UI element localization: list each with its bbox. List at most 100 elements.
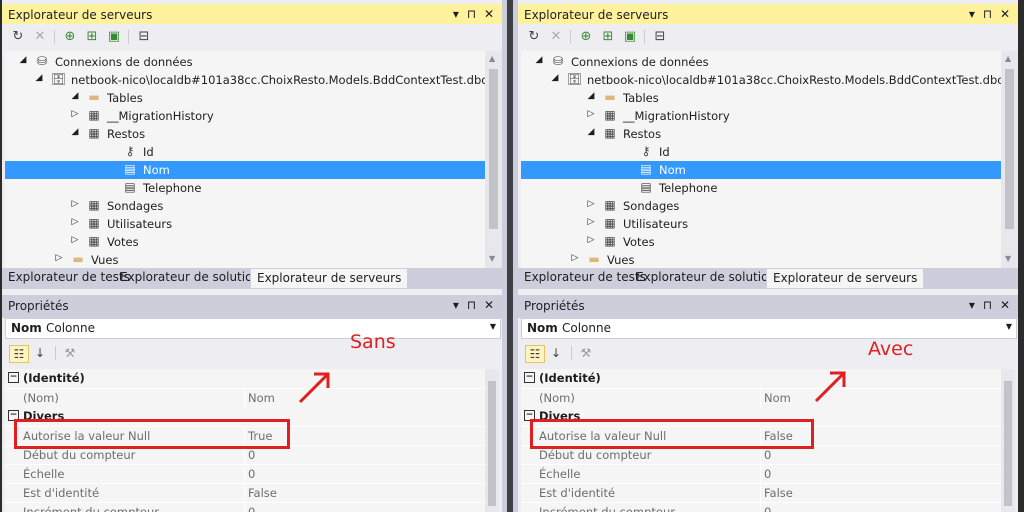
property-value[interactable]: 0 xyxy=(248,448,255,462)
property-row[interactable]: Incrément du compteur 0 xyxy=(5,502,485,512)
property-row[interactable]: Est d'identité False xyxy=(5,483,485,503)
property-category[interactable]: − (Identité) xyxy=(521,369,1001,388)
property-value[interactable]: False xyxy=(248,486,277,500)
tree-item[interactable]: ▤ Telephone xyxy=(5,179,485,197)
tab-server-explorer[interactable]: Explorateur de serveurs xyxy=(250,268,409,289)
chevron-down-icon[interactable]: ▼ xyxy=(1006,322,1012,331)
property-value[interactable]: 0 xyxy=(764,505,771,512)
property-scrollbar[interactable] xyxy=(1001,369,1015,512)
expander-icon[interactable]: ▷ xyxy=(585,235,597,245)
property-row[interactable]: Échelle 0 xyxy=(5,464,485,484)
tree-item[interactable]: ▷ ▦ Utilisateurs xyxy=(521,215,1001,233)
object-selector[interactable]: Nom Colonne ▼ xyxy=(5,318,501,339)
tree-scrollbar[interactable]: ▲ ▼ xyxy=(1001,51,1018,268)
tree-item[interactable]: ◢ ⛁ Connexions de données xyxy=(5,53,485,71)
categorized-icon[interactable]: ☷ xyxy=(9,345,29,363)
azure-icon[interactable]: ⊟ xyxy=(652,29,668,45)
tree-item[interactable]: ▷ ▦ __MigrationHistory xyxy=(5,107,485,125)
expander-icon[interactable]: ▷ xyxy=(69,217,81,227)
property-value[interactable]: 0 xyxy=(764,467,771,481)
tab-server-explorer[interactable]: Explorateur de serveurs xyxy=(766,268,925,289)
azure-icon[interactable]: ⊟ xyxy=(136,29,152,45)
tree-item[interactable]: ▷ ▦ Utilisateurs xyxy=(5,215,485,233)
expander-icon[interactable]: ◢ xyxy=(585,127,597,137)
alphabetical-icon[interactable]: ↓ xyxy=(547,345,565,361)
property-scrollbar[interactable] xyxy=(485,369,499,512)
expander-icon[interactable]: ▷ xyxy=(585,109,597,119)
tree-item[interactable]: ▷ ▦ Sondages xyxy=(521,197,1001,215)
connect-server-icon[interactable]: ▣ xyxy=(622,29,638,45)
property-pages-icon[interactable]: ⚒ xyxy=(61,345,79,361)
refresh-icon[interactable]: ↻ xyxy=(526,29,542,45)
expander-icon[interactable]: ▷ xyxy=(69,109,81,119)
tree-item[interactable]: ▤ Nom xyxy=(521,161,1001,179)
categorized-icon[interactable]: ☷ xyxy=(525,345,545,363)
property-value[interactable]: Nom xyxy=(764,391,791,405)
tree-item[interactable]: ◢ ▬ Tables xyxy=(521,89,1001,107)
expander-icon[interactable]: ◢ xyxy=(69,127,81,137)
properties-titlebar[interactable]: Propriétés ▾ ⊓ ✕ xyxy=(518,295,1018,318)
expander-icon[interactable]: ◢ xyxy=(533,55,545,65)
property-category[interactable]: − (Identité) xyxy=(5,369,485,388)
collapse-icon[interactable]: − xyxy=(8,372,19,383)
property-row[interactable]: (Nom) Nom xyxy=(5,388,485,408)
expander-icon[interactable]: ▷ xyxy=(53,253,65,263)
connect-server-icon[interactable]: ▣ xyxy=(106,29,122,45)
tree-item[interactable]: ◢ ▦ Restos xyxy=(5,125,485,143)
connect-database-icon[interactable]: ⊕ xyxy=(578,29,594,45)
alphabetical-icon[interactable]: ↓ xyxy=(31,345,49,361)
tree-item[interactable]: ◢ ▦ Restos xyxy=(521,125,1001,143)
window-controls[interactable]: ▾ ⊓ ✕ xyxy=(969,7,1012,21)
tree-item[interactable]: ◢ ⛁ Connexions de données xyxy=(521,53,1001,71)
window-controls[interactable]: ▾ ⊓ ✕ xyxy=(969,298,1012,312)
server-tree[interactable]: ◢ ⛁ Connexions de données ◢ 🗄 netbook-nico\lo… xyxy=(5,51,485,268)
expander-icon[interactable]: ▷ xyxy=(569,253,581,263)
expander-icon[interactable]: ◢ xyxy=(69,91,81,101)
property-value[interactable]: 0 xyxy=(248,467,255,481)
property-row[interactable]: Incrément du compteur 0 xyxy=(521,502,1001,512)
property-row[interactable]: Échelle 0 xyxy=(521,464,1001,484)
tree-item[interactable]: ◢ 🗄 netbook-nico\localdb#101a38cc.ChoixRes… xyxy=(5,71,485,89)
property-row[interactable]: Est d'identité False xyxy=(521,483,1001,503)
tree-item[interactable]: ⚷ Id xyxy=(5,143,485,161)
expander-icon[interactable]: ◢ xyxy=(585,91,597,101)
tree-item[interactable]: ▷ ▬ Vues xyxy=(5,251,485,268)
tab-solution-explorer[interactable]: Explorateur de solutions xyxy=(630,268,788,287)
properties-titlebar[interactable]: Propriétés ▾ ⊓ ✕ xyxy=(2,295,502,318)
server-tree[interactable]: ◢ ⛁ Connexions de données ◢ 🗄 netbook-nico\lo… xyxy=(521,51,1001,268)
expander-icon[interactable]: ▷ xyxy=(585,217,597,227)
property-row[interactable]: (Nom) Nom xyxy=(521,388,1001,408)
tree-item[interactable]: ▷ ▦ __MigrationHistory xyxy=(521,107,1001,125)
object-selector[interactable]: Nom Colonne ▼ xyxy=(521,318,1017,339)
stop-icon[interactable]: ✕ xyxy=(548,29,564,45)
tree-item[interactable]: ⚷ Id xyxy=(521,143,1001,161)
tree-scrollbar[interactable]: ▲ ▼ xyxy=(485,51,502,268)
tree-item[interactable]: ▷ ▦ Sondages xyxy=(5,197,485,215)
property-value[interactable]: Nom xyxy=(248,391,275,405)
connect-sharepoint-icon[interactable]: ⊞ xyxy=(84,29,100,45)
property-value[interactable]: 0 xyxy=(764,448,771,462)
tree-item[interactable]: ▷ ▬ Vues xyxy=(521,251,1001,268)
expander-icon[interactable]: ◢ xyxy=(549,73,561,83)
expander-icon[interactable]: ▷ xyxy=(69,235,81,245)
chevron-down-icon[interactable]: ▼ xyxy=(490,322,496,331)
tree-item[interactable]: ▷ ▦ Votes xyxy=(5,233,485,251)
property-pages-icon[interactable]: ⚒ xyxy=(577,345,595,361)
refresh-icon[interactable]: ↻ xyxy=(10,29,26,45)
tree-item[interactable]: ▤ Telephone xyxy=(521,179,1001,197)
property-value[interactable]: 0 xyxy=(248,505,255,512)
expander-icon[interactable]: ▷ xyxy=(69,199,81,209)
tree-item[interactable]: ◢ ▬ Tables xyxy=(5,89,485,107)
tree-item[interactable]: ▷ ▦ Votes xyxy=(521,233,1001,251)
connect-database-icon[interactable]: ⊕ xyxy=(62,29,78,45)
tree-item[interactable]: ◢ 🗄 netbook-nico\localdb#101a38cc.ChoixRes… xyxy=(521,71,1001,89)
tab-solution-explorer[interactable]: Explorateur de solutions xyxy=(114,268,272,287)
stop-icon[interactable]: ✕ xyxy=(32,29,48,45)
window-controls[interactable]: ▾ ⊓ ✕ xyxy=(453,7,496,21)
expander-icon[interactable]: ◢ xyxy=(17,55,29,65)
tree-item[interactable]: ▤ Nom xyxy=(5,161,485,179)
window-controls[interactable]: ▾ ⊓ ✕ xyxy=(453,298,496,312)
expander-icon[interactable]: ◢ xyxy=(33,73,45,83)
connect-sharepoint-icon[interactable]: ⊞ xyxy=(600,29,616,45)
expander-icon[interactable]: ▷ xyxy=(585,199,597,209)
